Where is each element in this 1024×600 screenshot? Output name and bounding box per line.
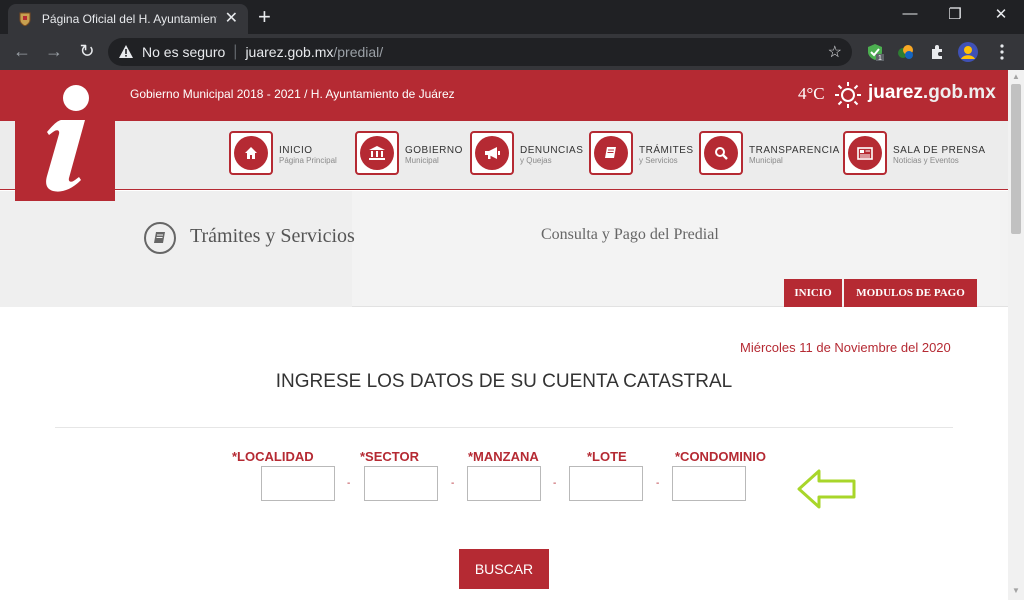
crest-favicon-icon (18, 12, 32, 26)
modulos-de-pago-button[interactable]: MODULOS DE PAGO (844, 279, 977, 307)
nav-item-denuncias[interactable]: DENUNCIAS y Quejas (470, 131, 583, 175)
restore-button[interactable]: ❐ (940, 5, 970, 23)
current-date: Miércoles 11 de Noviembre del 2020 (740, 340, 951, 355)
address-host: juarez.gob.mx (245, 44, 334, 60)
nav-label: TRANSPARENCIA (749, 145, 840, 156)
back-button[interactable]: ← (11, 41, 33, 62)
nav-sublabel: y Servicios (639, 156, 678, 165)
nav-icon-frame (699, 131, 743, 175)
sector-input[interactable] (364, 466, 438, 501)
address-bar[interactable]: No es seguro | juarez.gob.mx /predial/ ☆ (108, 38, 852, 66)
book-circle-icon (144, 222, 176, 254)
sector-label: *SECTOR (360, 449, 419, 464)
nav-label: GOBIERNO (405, 145, 463, 156)
site-logo[interactable] (15, 70, 115, 201)
book-icon (605, 147, 616, 158)
new-tab-button[interactable]: + (258, 6, 271, 28)
nav-label: TRÁMITES (639, 145, 694, 156)
colorful-extension-icon[interactable] (896, 42, 916, 62)
reload-button[interactable]: ↻ (76, 41, 98, 62)
scroll-down-icon[interactable]: ▼ (1012, 586, 1020, 595)
browser-toolbar: ← → ↻ No es seguro | juarez.gob.mx /pred… (0, 34, 1024, 70)
security-label: No es seguro (142, 44, 226, 60)
condominio-label: *CONDOMINIO (675, 449, 766, 464)
brand-name: juarez (868, 82, 923, 103)
megaphone-icon (485, 147, 500, 159)
nav-label: SALA DE PRENSA (893, 145, 986, 156)
buscar-button[interactable]: BUSCAR (459, 549, 549, 589)
book-icon (154, 232, 165, 243)
temperature: 4°C (798, 84, 825, 103)
site-top-bar: Gobierno Municipal 2018 - 2021 / H. Ayun… (0, 70, 1008, 121)
newspaper-icon (857, 146, 873, 160)
home-icon (245, 147, 257, 159)
nav-item-inicio[interactable]: INICIO Página Principal (229, 131, 337, 175)
nav-item-tramites[interactable]: TRÁMITES y Servicios (589, 131, 694, 175)
nav-label: DENUNCIAS (520, 145, 584, 156)
nav-item-sala-de-prensa[interactable]: SALA DE PRENSA Noticias y Eventos (843, 131, 986, 175)
minimize-button[interactable]: — (895, 5, 925, 22)
page-scrollbar[interactable]: ▲ ▼ (1008, 70, 1024, 600)
section-header: Trámites y Servicios Consulta y Pago del… (0, 191, 1008, 307)
browser-tab[interactable]: Página Oficial del H. Ayuntamiento ✕ (8, 4, 248, 34)
section-title: Trámites y Servicios (190, 225, 355, 247)
search-icon (715, 147, 728, 160)
field-separator: - (347, 478, 351, 489)
arrow-left-icon (797, 469, 856, 509)
field-separator: - (553, 478, 557, 489)
close-window-button[interactable]: ✕ (986, 5, 1016, 23)
site-brand[interactable]: juarez.gob.mx (868, 82, 996, 104)
government-period-text: Gobierno Municipal 2018 - 2021 / H. Ayun… (130, 87, 455, 101)
scroll-up-icon[interactable]: ▲ (1012, 72, 1020, 81)
page-subtitle: Consulta y Pago del Predial (541, 226, 719, 243)
nav-sublabel: y Quejas (520, 156, 552, 165)
localidad-label: *LOCALIDAD (232, 449, 314, 464)
government-building-icon (369, 146, 385, 160)
browser-tabstrip: Página Oficial del H. Ayuntamiento ✕ + —… (0, 0, 1024, 34)
address-path: /predial/ (333, 44, 384, 60)
tab-title: Página Oficial del H. Ayuntamiento (41, 12, 217, 26)
brand-tld: .gob.mx (922, 82, 996, 103)
divider (55, 427, 953, 428)
nav-icon-frame (470, 131, 514, 175)
scroll-thumb[interactable] (1011, 84, 1021, 234)
field-separator: - (656, 478, 660, 489)
shield-extension-icon[interactable]: 1 (865, 42, 885, 62)
nav-label: INICIO (279, 145, 313, 156)
nav-icon-frame (229, 131, 273, 175)
profile-avatar[interactable] (958, 42, 978, 62)
nav-sublabel: Página Principal (279, 156, 337, 165)
sun-icon (835, 82, 861, 108)
condominio-input[interactable] (672, 466, 746, 501)
nav-sublabel: Municipal (405, 156, 439, 165)
nav-item-gobierno[interactable]: GOBIERNO Municipal (355, 131, 463, 175)
warning-icon (119, 45, 133, 58)
address-separator: | (233, 43, 238, 60)
puzzle-extensions-icon[interactable] (927, 42, 947, 62)
lote-label: *LOTE (587, 449, 627, 464)
inicio-button[interactable]: INICIO (784, 279, 842, 307)
nav-icon-frame (589, 131, 633, 175)
manzana-input[interactable] (467, 466, 541, 501)
nav-sublabel: Municipal (749, 156, 783, 165)
tab-close-icon[interactable]: ✕ (225, 11, 238, 27)
nav-item-transparencia[interactable]: TRANSPARENCIA Municipal (699, 131, 840, 175)
manzana-label: *MANZANA (468, 449, 539, 464)
bookmark-star-icon[interactable]: ☆ (828, 42, 842, 62)
extension-badge: 1 (878, 55, 882, 61)
nav-icon-frame (355, 131, 399, 175)
field-separator: - (451, 478, 455, 489)
lote-input[interactable] (569, 466, 643, 501)
nav-sublabel: Noticias y Eventos (893, 156, 959, 165)
localidad-input[interactable] (261, 466, 335, 501)
page-viewport: Gobierno Municipal 2018 - 2021 / H. Ayun… (0, 70, 1008, 600)
main-navigation: INICIO Página Principal GOBIERNO Municipal… (0, 121, 1008, 190)
section-header-shade (0, 191, 352, 307)
form-heading: INGRESE LOS DATOS DE SU CUENTA CATASTRAL (275, 371, 733, 392)
info-i-logo-icon (46, 85, 89, 192)
nav-icon-frame (843, 131, 887, 175)
forward-button[interactable]: → (43, 41, 65, 62)
menu-kebab-icon[interactable] (992, 42, 1012, 62)
